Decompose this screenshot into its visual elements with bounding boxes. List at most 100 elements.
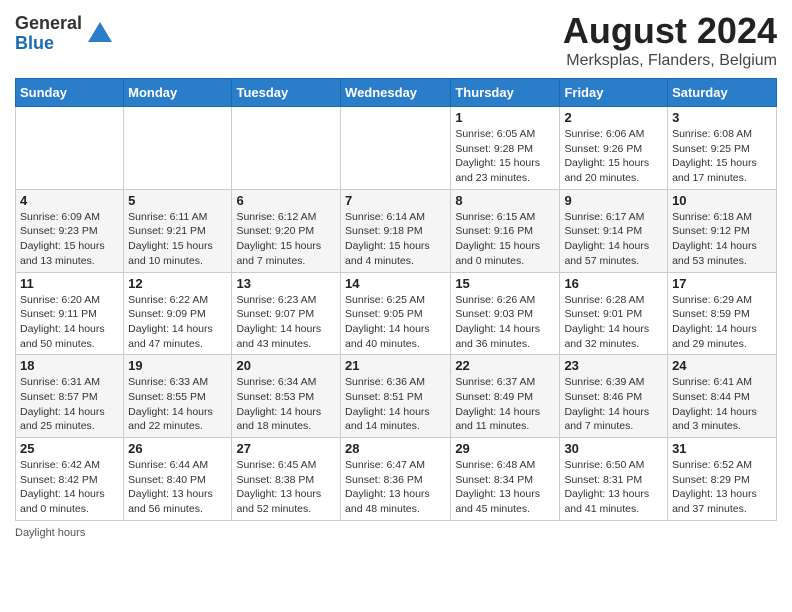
day-cell: 29 Sunrise: 6:48 AM Sunset: 8:34 PM Dayli… xyxy=(451,438,560,521)
day-number: 9 xyxy=(564,193,663,208)
logo-general: General xyxy=(15,14,82,34)
day-number: 23 xyxy=(564,358,663,373)
day-info: Sunrise: 6:33 AM Sunset: 8:55 PM Dayligh… xyxy=(128,375,227,434)
week-row-4: 18 Sunrise: 6:31 AM Sunset: 8:57 PM Dayli… xyxy=(16,355,777,438)
day-info: Sunrise: 6:14 AM Sunset: 9:18 PM Dayligh… xyxy=(345,210,446,269)
day-number: 20 xyxy=(236,358,336,373)
day-cell: 24Sunrise: 6:41 AM Sunset: 8:44 PM Dayli… xyxy=(668,355,777,438)
day-number: 15 xyxy=(455,276,555,291)
day-number: 7 xyxy=(345,193,446,208)
day-number: 6 xyxy=(236,193,336,208)
day-info: Sunrise: 6:22 AM Sunset: 9:09 PM Dayligh… xyxy=(128,293,227,352)
day-info: Sunrise: 6:26 AM Sunset: 9:03 PM Dayligh… xyxy=(455,293,555,352)
logo-icon xyxy=(86,20,114,48)
page: General Blue August 2024 Merksplas, Flan… xyxy=(0,0,792,549)
header: General Blue August 2024 Merksplas, Flan… xyxy=(15,10,777,70)
day-info: Sunrise: 6:09 AM Sunset: 9:23 PM Dayligh… xyxy=(20,210,119,269)
logo-blue: Blue xyxy=(15,34,82,54)
day-number: 21 xyxy=(345,358,446,373)
day-cell: 3 Sunrise: 6:08 AM Sunset: 9:25 PM Daylig… xyxy=(668,107,777,190)
day-cell: 26Sunrise: 6:44 AM Sunset: 8:40 PM Dayli… xyxy=(124,438,232,521)
column-header-wednesday: Wednesday xyxy=(341,79,451,107)
day-cell: 12 Sunrise: 6:22 AM Sunset: 9:09 PM Dayli… xyxy=(124,272,232,355)
day-number: 25 xyxy=(20,441,119,456)
day-info: Sunrise: 6:47 AM Sunset: 8:36 PM Dayligh… xyxy=(345,458,446,517)
day-cell: 14 Sunrise: 6:25 AM Sunset: 9:05 PM Dayli… xyxy=(341,272,451,355)
column-header-friday: Friday xyxy=(560,79,668,107)
logo: General Blue xyxy=(15,14,114,54)
day-cell: 1 Sunrise: 6:05 AM Sunset: 9:28 PM Daylig… xyxy=(451,107,560,190)
day-cell: 16Sunrise: 6:28 AM Sunset: 9:01 PM Dayli… xyxy=(560,272,668,355)
column-header-monday: Monday xyxy=(124,79,232,107)
day-cell: 22 Sunrise: 6:37 AM Sunset: 8:49 PM Dayli… xyxy=(451,355,560,438)
day-info: Sunrise: 6:18 AM Sunset: 9:12 PM Dayligh… xyxy=(672,210,772,269)
column-header-thursday: Thursday xyxy=(451,79,560,107)
day-cell xyxy=(16,107,124,190)
day-cell: 30 Sunrise: 6:50 AM Sunset: 8:31 PM Dayli… xyxy=(560,438,668,521)
day-cell xyxy=(124,107,232,190)
footer-text: Daylight hours xyxy=(15,527,85,539)
day-info: Sunrise: 6:34 AM Sunset: 8:53 PM Dayligh… xyxy=(236,375,336,434)
day-number: 14 xyxy=(345,276,446,291)
day-number: 12 xyxy=(128,276,227,291)
calendar-table: SundayMondayTuesdayWednesdayThursdayFrid… xyxy=(15,78,777,521)
day-number: 19 xyxy=(128,358,227,373)
day-info: Sunrise: 6:36 AM Sunset: 8:51 PM Dayligh… xyxy=(345,375,446,434)
week-row-3: 11 Sunrise: 6:20 AM Sunset: 9:11 PM Dayli… xyxy=(16,272,777,355)
day-number: 28 xyxy=(345,441,446,456)
page-title: August 2024 xyxy=(563,10,777,52)
day-cell: 6Sunrise: 6:12 AM Sunset: 9:20 PM Daylig… xyxy=(232,189,341,272)
day-cell: 10Sunrise: 6:18 AM Sunset: 9:12 PM Dayli… xyxy=(668,189,777,272)
header-row: SundayMondayTuesdayWednesdayThursdayFrid… xyxy=(16,79,777,107)
day-info: Sunrise: 6:45 AM Sunset: 8:38 PM Dayligh… xyxy=(236,458,336,517)
day-cell: 28 Sunrise: 6:47 AM Sunset: 8:36 PM Dayli… xyxy=(341,438,451,521)
day-cell: 15 Sunrise: 6:26 AM Sunset: 9:03 PM Dayli… xyxy=(451,272,560,355)
column-header-saturday: Saturday xyxy=(668,79,777,107)
day-number: 30 xyxy=(564,441,663,456)
day-cell: 23 Sunrise: 6:39 AM Sunset: 8:46 PM Dayli… xyxy=(560,355,668,438)
day-cell xyxy=(341,107,451,190)
day-number: 13 xyxy=(236,276,336,291)
day-info: Sunrise: 6:05 AM Sunset: 9:28 PM Dayligh… xyxy=(455,127,555,186)
week-row-5: 25Sunrise: 6:42 AM Sunset: 8:42 PM Dayli… xyxy=(16,438,777,521)
page-subtitle: Merksplas, Flanders, Belgium xyxy=(563,52,777,70)
day-cell: 8Sunrise: 6:15 AM Sunset: 9:16 PM Daylig… xyxy=(451,189,560,272)
day-info: Sunrise: 6:06 AM Sunset: 9:26 PM Dayligh… xyxy=(564,127,663,186)
title-block: August 2024 Merksplas, Flanders, Belgium xyxy=(563,10,777,70)
day-number: 29 xyxy=(455,441,555,456)
day-number: 3 xyxy=(672,110,772,125)
day-cell: 19 Sunrise: 6:33 AM Sunset: 8:55 PM Dayli… xyxy=(124,355,232,438)
day-info: Sunrise: 6:39 AM Sunset: 8:46 PM Dayligh… xyxy=(564,375,663,434)
week-row-2: 4Sunrise: 6:09 AM Sunset: 9:23 PM Daylig… xyxy=(16,189,777,272)
day-info: Sunrise: 6:48 AM Sunset: 8:34 PM Dayligh… xyxy=(455,458,555,517)
day-number: 17 xyxy=(672,276,772,291)
day-number: 18 xyxy=(20,358,119,373)
day-cell: 7 Sunrise: 6:14 AM Sunset: 9:18 PM Daylig… xyxy=(341,189,451,272)
day-cell: 13Sunrise: 6:23 AM Sunset: 9:07 PM Dayli… xyxy=(232,272,341,355)
day-info: Sunrise: 6:25 AM Sunset: 9:05 PM Dayligh… xyxy=(345,293,446,352)
day-info: Sunrise: 6:11 AM Sunset: 9:21 PM Dayligh… xyxy=(128,210,227,269)
day-info: Sunrise: 6:17 AM Sunset: 9:14 PM Dayligh… xyxy=(564,210,663,269)
day-number: 26 xyxy=(128,441,227,456)
day-info: Sunrise: 6:31 AM Sunset: 8:57 PM Dayligh… xyxy=(20,375,119,434)
day-info: Sunrise: 6:37 AM Sunset: 8:49 PM Dayligh… xyxy=(455,375,555,434)
day-number: 11 xyxy=(20,276,119,291)
day-cell xyxy=(232,107,341,190)
day-cell: 11 Sunrise: 6:20 AM Sunset: 9:11 PM Dayli… xyxy=(16,272,124,355)
day-info: Sunrise: 6:08 AM Sunset: 9:25 PM Dayligh… xyxy=(672,127,772,186)
day-info: Sunrise: 6:52 AM Sunset: 8:29 PM Dayligh… xyxy=(672,458,772,517)
day-cell: 18 Sunrise: 6:31 AM Sunset: 8:57 PM Dayli… xyxy=(16,355,124,438)
day-cell: 27 Sunrise: 6:45 AM Sunset: 8:38 PM Dayli… xyxy=(232,438,341,521)
day-cell: 20 Sunrise: 6:34 AM Sunset: 8:53 PM Dayli… xyxy=(232,355,341,438)
day-cell: 25Sunrise: 6:42 AM Sunset: 8:42 PM Dayli… xyxy=(16,438,124,521)
day-number: 27 xyxy=(236,441,336,456)
day-number: 8 xyxy=(455,193,555,208)
day-cell: 9 Sunrise: 6:17 AM Sunset: 9:14 PM Daylig… xyxy=(560,189,668,272)
day-number: 22 xyxy=(455,358,555,373)
day-info: Sunrise: 6:20 AM Sunset: 9:11 PM Dayligh… xyxy=(20,293,119,352)
day-cell: 21 Sunrise: 6:36 AM Sunset: 8:51 PM Dayli… xyxy=(341,355,451,438)
day-info: Sunrise: 6:50 AM Sunset: 8:31 PM Dayligh… xyxy=(564,458,663,517)
column-header-tuesday: Tuesday xyxy=(232,79,341,107)
day-number: 1 xyxy=(455,110,555,125)
day-cell: 31Sunrise: 6:52 AM Sunset: 8:29 PM Dayli… xyxy=(668,438,777,521)
